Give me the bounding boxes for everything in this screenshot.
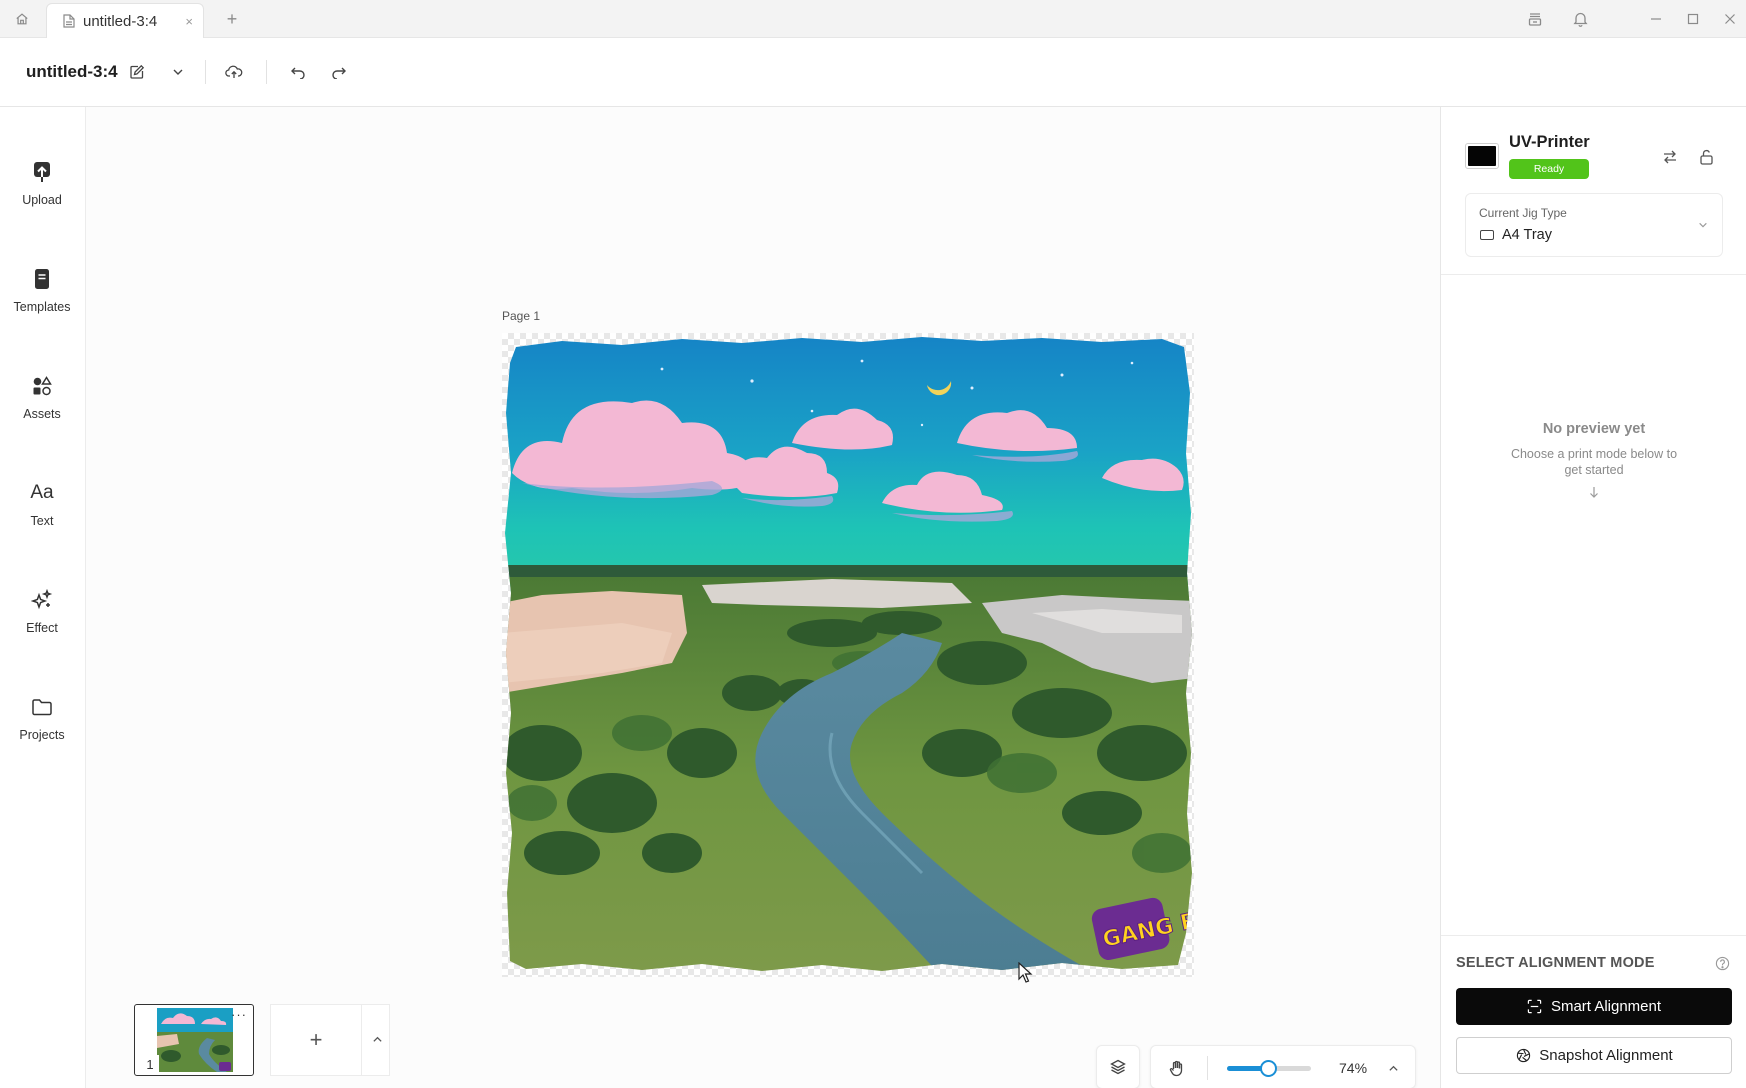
cloud-upload-icon[interactable] — [220, 58, 248, 86]
toolbar: untitled-3:4 — [0, 38, 1746, 107]
layers-icon — [1110, 1059, 1126, 1075]
zoom-value[interactable]: 74% — [1339, 1060, 1367, 1076]
status-badge: Ready — [1509, 159, 1589, 179]
switch-printer-icon[interactable] — [1658, 145, 1682, 169]
maximize-icon[interactable] — [1681, 7, 1705, 31]
templates-icon — [29, 266, 55, 292]
sidebar-item-upload[interactable]: Upload — [0, 153, 84, 223]
snapshot-alignment-label: Snapshot Alignment — [1539, 1047, 1673, 1064]
layers-button[interactable] — [1096, 1045, 1140, 1088]
drawer-icon[interactable] — [1523, 7, 1547, 31]
page-label: Page 1 — [502, 309, 541, 323]
sidebar-label: Assets — [23, 407, 61, 421]
add-page-button[interactable]: + — [303, 1026, 329, 1054]
smart-alignment-label: Smart Alignment — [1550, 998, 1662, 1015]
page-thumbnail-preview — [157, 1008, 233, 1072]
add-page-divider — [361, 1005, 362, 1075]
left-sidebar: Upload Templates Assets Aa Text Effect P… — [0, 107, 86, 1088]
page-thumbnail[interactable]: 1 ··· — [134, 1004, 254, 1076]
preview-title: No preview yet — [1542, 421, 1646, 437]
sparkle-icon — [29, 587, 55, 613]
tray-icon — [1480, 230, 1494, 240]
chevron-down-icon[interactable] — [164, 58, 192, 86]
add-page-area: + — [270, 1004, 390, 1076]
sidebar-item-text[interactable]: Aa Text — [0, 474, 84, 544]
document-title[interactable]: untitled-3:4 — [26, 62, 118, 82]
upload-icon — [29, 159, 55, 185]
page-number: 1 — [141, 1055, 159, 1073]
close-tab-icon[interactable]: × — [185, 14, 193, 29]
sidebar-item-templates[interactable]: Templates — [0, 260, 84, 330]
redo-icon[interactable] — [325, 58, 353, 86]
zoom-slider-thumb[interactable] — [1260, 1060, 1277, 1077]
unlock-icon[interactable] — [1694, 145, 1718, 169]
undo-icon[interactable] — [284, 58, 312, 86]
printer-thumbnail — [1465, 143, 1499, 169]
smart-alignment-button[interactable]: Smart Alignment — [1456, 988, 1732, 1025]
mouse-cursor-icon — [1018, 962, 1033, 983]
arrow-down-icon — [1585, 483, 1603, 501]
jig-type-value: A4 Tray — [1502, 227, 1552, 243]
tab-document[interactable]: untitled-3:4 × — [46, 3, 204, 38]
chevron-up-icon[interactable] — [1383, 1058, 1403, 1078]
panel-divider — [1441, 935, 1746, 936]
design-canvas[interactable]: Page 1 GANG BAIRY 74% — [86, 107, 1440, 1088]
sidebar-label: Upload — [22, 193, 62, 207]
sidebar-item-effect[interactable]: Effect — [0, 581, 84, 651]
help-icon[interactable] — [1713, 954, 1731, 972]
printer-name: UV-Printer — [1509, 133, 1590, 151]
home-icon[interactable] — [8, 6, 36, 32]
sidebar-label: Effect — [26, 621, 58, 635]
aperture-icon — [1515, 1048, 1531, 1064]
right-panel: UV-Printer Ready Current Jig Type A4 Tra… — [1440, 107, 1746, 1088]
hand-tool-icon[interactable] — [1165, 1056, 1189, 1080]
landscape-artwork[interactable]: GANG BAIRY — [502, 333, 1194, 977]
assets-icon — [29, 373, 55, 399]
sidebar-item-projects[interactable]: Projects — [0, 688, 84, 758]
jig-type-label: Current Jig Type — [1479, 206, 1567, 220]
chevron-down-icon — [1696, 218, 1710, 232]
artboard[interactable]: GANG BAIRY — [502, 333, 1194, 977]
bell-icon[interactable] — [1568, 7, 1592, 31]
panel-divider — [1441, 274, 1746, 275]
preview-description: Choose a print mode below to get started — [1510, 447, 1678, 477]
jig-type-select[interactable]: Current Jig Type A4 Tray — [1465, 193, 1723, 257]
zoom-divider — [1207, 1056, 1208, 1080]
folder-icon — [29, 694, 55, 720]
sidebar-item-assets[interactable]: Assets — [0, 367, 84, 437]
toolbar-divider — [205, 60, 206, 84]
snapshot-alignment-button[interactable]: Snapshot Alignment — [1456, 1037, 1732, 1074]
file-icon — [63, 14, 75, 28]
minimize-icon[interactable] — [1644, 7, 1668, 31]
toolbar-divider — [266, 60, 267, 84]
zoom-controls: 74% — [1150, 1045, 1416, 1088]
text-icon: Aa — [30, 482, 54, 503]
title-bar: untitled-3:4 × + — [0, 0, 1746, 38]
scan-icon — [1527, 999, 1543, 1015]
alignment-mode-title: SELECT ALIGNMENT MODE — [1456, 955, 1655, 971]
new-tab-button[interactable]: + — [220, 7, 244, 31]
tab-label: untitled-3:4 — [83, 12, 158, 30]
chevron-up-icon[interactable] — [369, 1029, 385, 1049]
close-window-icon[interactable] — [1718, 7, 1742, 31]
sidebar-label: Templates — [13, 300, 71, 314]
sidebar-label: Text — [30, 514, 54, 528]
sidebar-label: Projects — [19, 728, 65, 742]
edit-title-icon[interactable] — [123, 58, 151, 86]
more-options-icon[interactable]: ··· — [231, 1007, 247, 1022]
